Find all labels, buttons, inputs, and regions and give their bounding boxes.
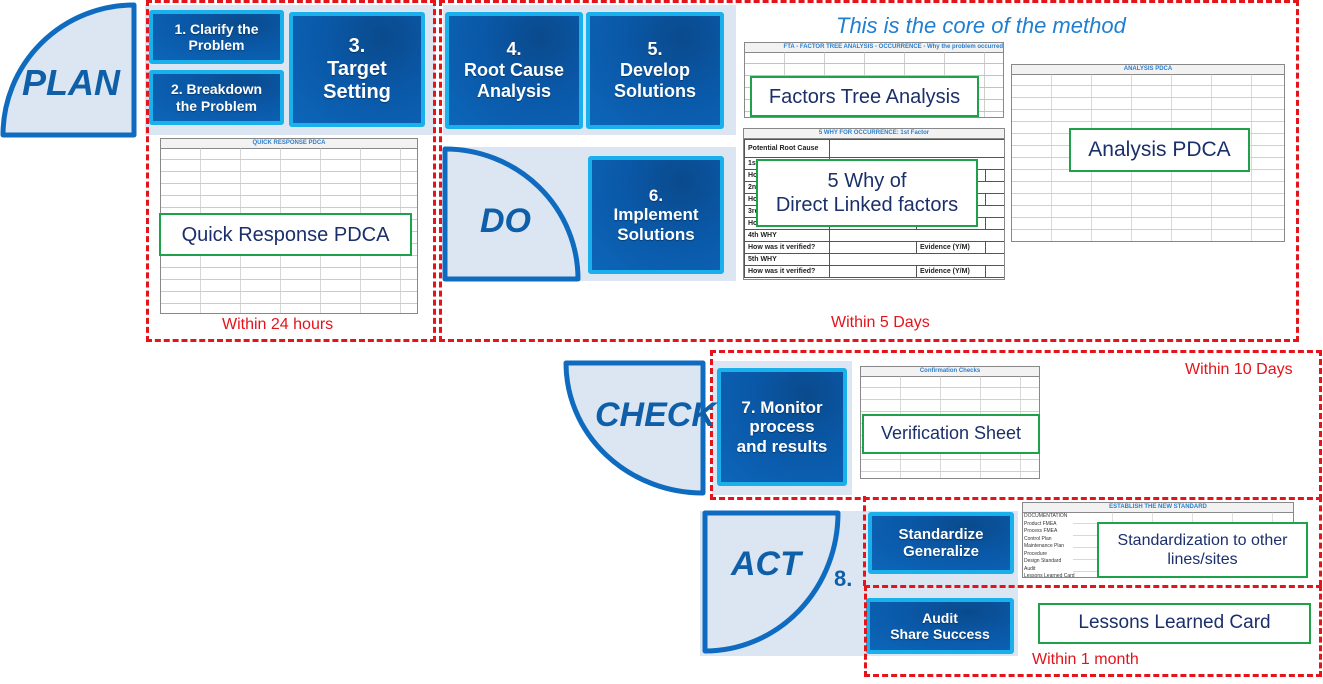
act-step-number: 8. (834, 566, 853, 591)
plan-timeframe-box (146, 0, 436, 342)
act-phase-quadrant: ACT (702, 510, 842, 654)
check-timeframe-box (710, 350, 1322, 500)
act-label: ACT (731, 545, 801, 583)
check-label: CHECK (595, 396, 716, 434)
act-standardize-timeframe-box (863, 496, 1322, 586)
plan-phase-quadrant: PLAN (0, 2, 138, 138)
analysis-timeframe-box (439, 0, 1299, 342)
act-timeframe-box (864, 585, 1322, 677)
plan-label: PLAN (22, 62, 120, 103)
